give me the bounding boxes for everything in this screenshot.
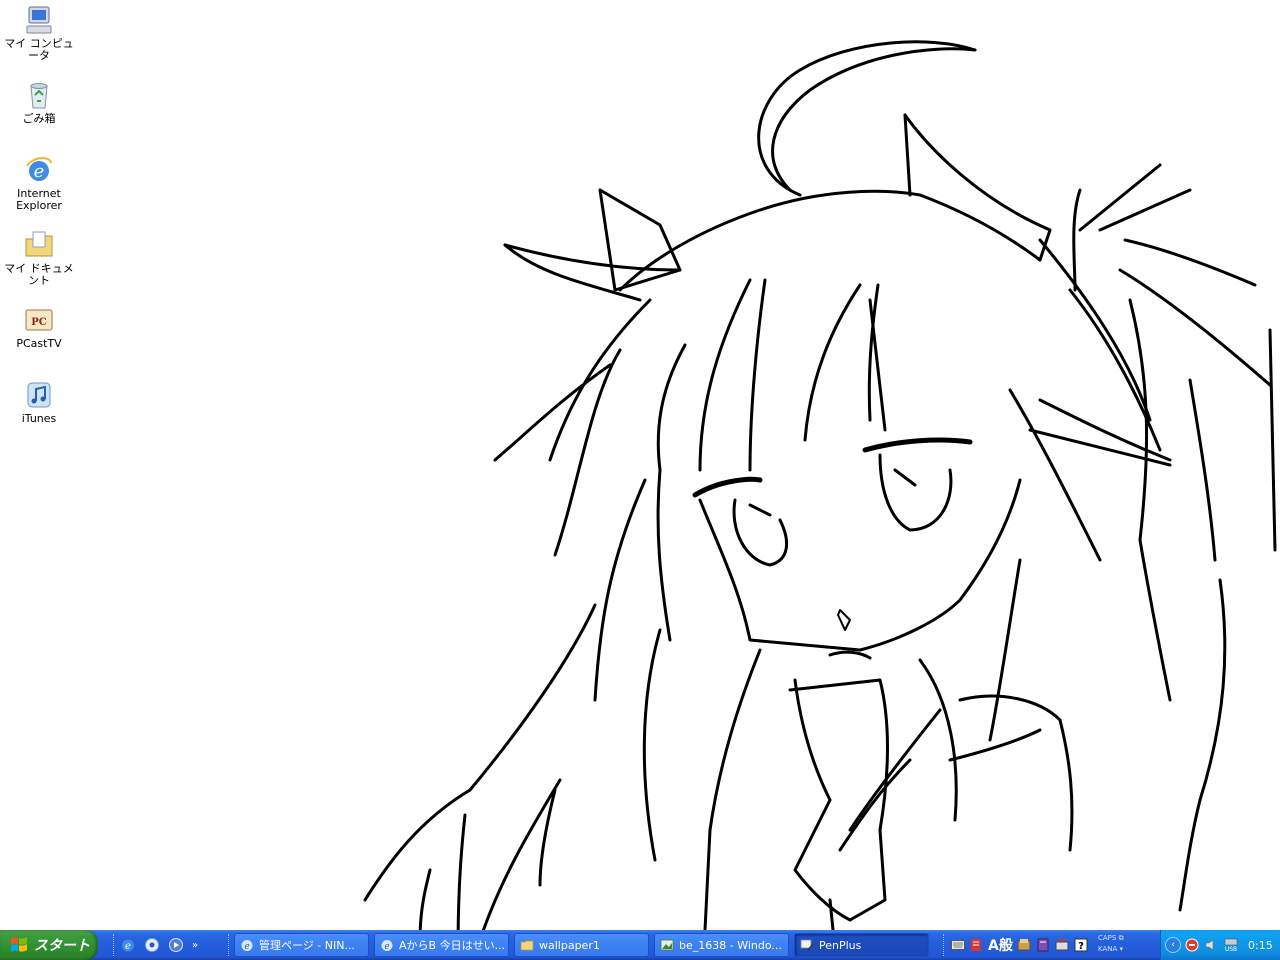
- desktop-icon-my-computer[interactable]: マイ コンピュータ: [0, 4, 78, 62]
- task-button-a-to-b[interactable]: e AからB 今日はせい...: [374, 933, 509, 957]
- desktop-icon-label: マイ コンピュータ: [4, 37, 74, 62]
- lock-keys-indicator: CAPS ⧉ KANA ▾: [1098, 934, 1124, 953]
- ime-dictionary-icon[interactable]: [1035, 937, 1051, 953]
- quick-launch-more-button[interactable]: »: [192, 940, 198, 951]
- task-button-list: e 管理ページ - NIN... e AからB 今日はせい... wallpap…: [234, 933, 929, 957]
- system-tray: ‹ USB 0:15: [1160, 930, 1280, 960]
- windows-flag-icon: [11, 937, 27, 952]
- start-button[interactable]: スタート: [0, 930, 98, 960]
- task-button-label: be_1638 - Windo...: [679, 938, 782, 952]
- quick-launch-media-player[interactable]: [142, 935, 162, 955]
- keyboard-icon[interactable]: [950, 937, 966, 953]
- windows-media-icon: [169, 938, 183, 952]
- task-button-label: wallpaper1: [539, 938, 600, 952]
- desktop-icon-label: iTunes: [21, 412, 57, 425]
- tray-icon-usb[interactable]: USB: [1222, 937, 1240, 953]
- ime-pad-icon[interactable]: [969, 937, 985, 953]
- internet-explorer-icon: e: [381, 940, 393, 952]
- task-button-label: PenPlus: [819, 938, 862, 952]
- quick-launch-internet-explorer[interactable]: e: [118, 935, 138, 955]
- task-button-admin-page[interactable]: e 管理ページ - NIN...: [234, 933, 369, 957]
- caps-lock-label: CAPS: [1098, 934, 1117, 942]
- desktop: マイ コンピュータ ごみ箱 e Internet Explorer マイ ドキュ…: [0, 0, 1280, 930]
- pcasttv-icon: PC: [25, 309, 53, 331]
- folder-icon: [520, 940, 534, 951]
- desktop-icon-internet-explorer[interactable]: e Internet Explorer: [0, 154, 78, 212]
- help-icon[interactable]: ?: [1073, 937, 1089, 953]
- desktop-icon-recycle-bin[interactable]: ごみ箱: [0, 79, 78, 125]
- task-button-image-viewer[interactable]: be_1638 - Windo...: [654, 933, 789, 957]
- media-player-icon: [145, 938, 159, 952]
- kana-lock-label: KANA: [1098, 945, 1118, 953]
- taskbar: スタート e » e 管理ページ - NIN... e AからB 今日はせい..…: [0, 930, 1280, 960]
- svg-text:e: e: [34, 161, 45, 182]
- my-computer-icon: [26, 6, 52, 34]
- image-viewer-icon: [660, 939, 674, 951]
- desktop-icon-my-documents[interactable]: マイ ドキュメント: [0, 229, 78, 287]
- desktop-icon-label: マイ ドキュメント: [4, 262, 74, 287]
- freehand-sketch-drawing: [363, 40, 1277, 930]
- start-label: スタート: [34, 938, 90, 954]
- toolbar-grip[interactable]: [943, 934, 947, 956]
- desktop-icon-pcasttv[interactable]: PC PCastTV: [0, 304, 78, 350]
- recycle-bin-icon: [30, 83, 48, 109]
- task-button-label: 管理ページ - NIN...: [259, 939, 355, 952]
- usb-icon: [1224, 938, 1238, 945]
- internet-explorer-icon: e: [122, 939, 134, 952]
- task-button-wallpaper1[interactable]: wallpaper1: [514, 933, 649, 957]
- language-bar: A般 ?: [950, 932, 1089, 958]
- svg-text:e: e: [244, 942, 249, 952]
- quick-launch-windows-media[interactable]: [166, 935, 186, 955]
- ime-tool-icon[interactable]: [1016, 937, 1032, 953]
- toolbar-grip[interactable]: [228, 934, 232, 956]
- penplus-icon: [800, 939, 814, 951]
- internet-explorer-icon: e: [26, 157, 52, 182]
- security-icon: [1185, 938, 1199, 952]
- svg-text:PC: PC: [31, 317, 47, 328]
- clock[interactable]: 0:15: [1248, 939, 1273, 952]
- toolbar-grip[interactable]: [113, 934, 117, 956]
- tray-icon-volume[interactable]: [1203, 937, 1219, 953]
- show-hidden-icons-button[interactable]: ‹: [1165, 937, 1181, 953]
- desktop-icon-label: ごみ箱: [22, 112, 56, 125]
- desktop-icon-itunes[interactable]: iTunes: [0, 379, 78, 425]
- desktop-icon-label: Internet Explorer: [16, 187, 62, 212]
- chevron-left-icon: ‹: [1171, 940, 1175, 950]
- usb-label: USB: [1224, 945, 1238, 953]
- internet-explorer-icon: e: [241, 940, 253, 952]
- my-documents-icon: [25, 231, 53, 257]
- ime-mode-indicator[interactable]: A般: [988, 935, 1013, 955]
- desktop-icon-label: PCastTV: [16, 337, 62, 350]
- tray-icon-red[interactable]: [1184, 937, 1200, 953]
- ime-settings-icon[interactable]: [1054, 937, 1070, 953]
- itunes-icon: [27, 382, 51, 408]
- task-button-label: AからB 今日はせい...: [399, 939, 506, 952]
- svg-text:?: ?: [1078, 941, 1084, 952]
- volume-icon: [1205, 939, 1214, 951]
- svg-text:e: e: [125, 941, 131, 952]
- task-button-penplus[interactable]: PenPlus: [794, 933, 929, 957]
- svg-text:e: e: [384, 942, 389, 952]
- quick-launch-bar: e »: [118, 930, 198, 960]
